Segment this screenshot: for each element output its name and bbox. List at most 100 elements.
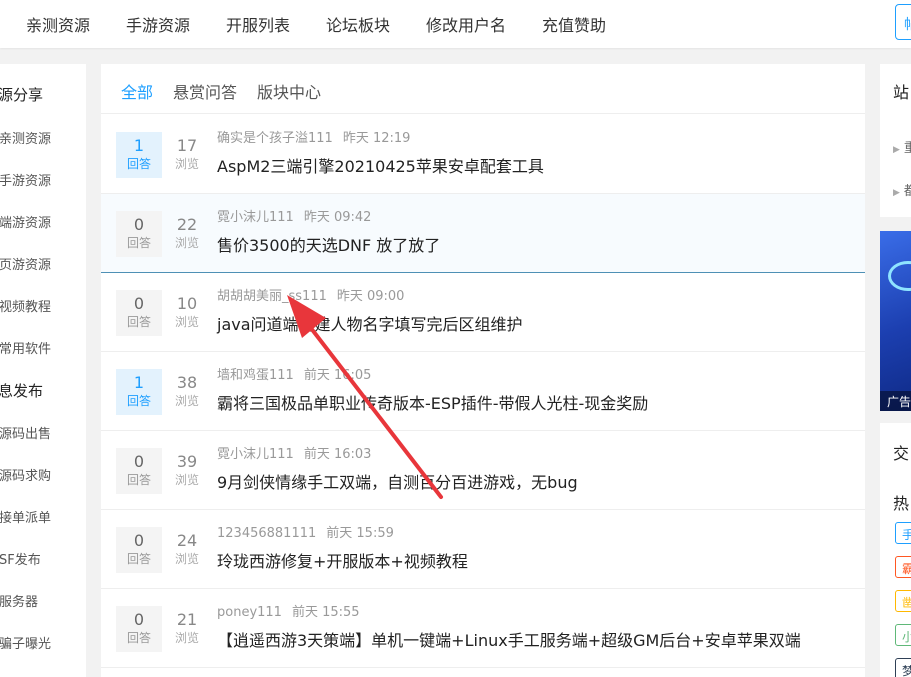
thread-time: 前天 15:59: [326, 526, 394, 541]
thread-title[interactable]: 霸将三国极品单职业传奇版本-ESP插件-带假人光柱-现金奖励: [217, 390, 648, 414]
thread-title[interactable]: 9月剑侠情缘手工双端，自测百分百进游戏，无bug: [217, 469, 578, 493]
view-label: 浏览: [174, 631, 199, 645]
view-count-box: 39 浏览: [169, 448, 205, 494]
answer-label: 回答: [126, 394, 151, 408]
site-link-text: 都: [903, 184, 911, 199]
view-count: 17: [176, 136, 198, 155]
sidebar-item[interactable]: 亲测资源: [0, 128, 51, 147]
thread-meta: 霓小沫儿111 前天 16:03: [217, 443, 371, 462]
site-link[interactable]: ▶ 都: [893, 180, 911, 199]
thread-row[interactable]: 0 回答 24 浏览 123456881111 前天 15:59 玲珑西游修复+开服版…: [101, 510, 865, 589]
answer-label: 回答: [126, 157, 151, 171]
sidebar-item[interactable]: 端游资源: [0, 212, 51, 231]
thread-title[interactable]: AspM2三端引擎20210425苹果安卓配套工具: [217, 153, 544, 177]
ad-banner[interactable]: 广告: [880, 231, 911, 411]
sidebar-item[interactable]: 常用软件: [0, 338, 51, 357]
sidebar-item[interactable]: 源码求购: [0, 465, 51, 484]
answer-count: 0: [133, 610, 145, 629]
thread-author[interactable]: poney111: [217, 605, 282, 620]
thread-time: 昨天 09:00: [336, 289, 405, 304]
view-count: 39: [176, 452, 198, 471]
answer-count-box: 0 回答: [116, 290, 162, 336]
thread-row[interactable]: 1 回答 17 浏览 确实是个孩子溢111 昨天 12:19 AspM2三端引擎202…: [101, 115, 865, 194]
top-navigation: 亲测资源 手游资源 开服列表 论坛板块 修改用户名 充值赞助 帖: [0, 0, 911, 48]
thread-meta: 确实是个孩子溢111 昨天 12:19: [217, 127, 410, 146]
thread-author[interactable]: 123456881111: [217, 526, 316, 541]
caret-right-icon: ▶: [893, 145, 900, 155]
nav-item-change-username[interactable]: 修改用户名: [426, 12, 506, 36]
view-label: 浏览: [174, 236, 199, 250]
view-count: 10: [176, 294, 198, 313]
sidebar-item[interactable]: 骗子曝光: [0, 633, 51, 652]
answer-count-box: 1 回答: [116, 132, 162, 178]
answer-count-box: 0 回答: [116, 448, 162, 494]
answer-count: 0: [133, 452, 145, 471]
thread-author[interactable]: 确实是个孩子溢111: [217, 131, 333, 146]
thread-author[interactable]: 霓小沫儿111: [217, 447, 294, 462]
sidebar-item[interactable]: 源码出售: [0, 423, 51, 442]
answer-count-box: 0 回答: [116, 606, 162, 652]
answer-label: 回答: [126, 473, 151, 487]
sidebar-item[interactable]: 接单派单: [0, 507, 51, 526]
answer-count-box: 0 回答: [116, 527, 162, 573]
sidebar-item[interactable]: 手游资源: [0, 170, 51, 189]
thread-row[interactable]: 0 回答 10 浏览 胡胡胡美丽_ss111 昨天 09:00 java问道端创建人物…: [101, 273, 865, 352]
view-count-box: 17 浏览: [169, 132, 205, 178]
thread-author[interactable]: 霓小沫儿111: [217, 210, 294, 225]
answer-count: 0: [133, 531, 145, 550]
nav-item-forum-sections[interactable]: 论坛板块: [326, 12, 390, 36]
nav-item-server-list[interactable]: 开服列表: [226, 12, 290, 36]
view-label: 浏览: [174, 315, 199, 329]
view-count-box: 38 浏览: [169, 369, 205, 415]
tab-section-center[interactable]: 版块中心: [257, 79, 321, 103]
thread-row[interactable]: 0 回答 21 浏览 poney111 前天 15:55 【逍遥西游3天策端】单机一键…: [101, 589, 865, 668]
hot-tag[interactable]: 梦: [895, 658, 911, 677]
thread-meta: 胡胡胡美丽_ss111 昨天 09:00: [217, 285, 404, 304]
tab-bounty-qa[interactable]: 悬赏问答: [173, 79, 237, 103]
search-input-text: 帖: [904, 17, 911, 33]
site-link-text: 重: [903, 141, 911, 156]
thread-title[interactable]: 【逍遥西游3天策端】单机一键端+Linux手工服务端+超级GM后台+安卓苹果双端: [217, 627, 801, 651]
thread-author[interactable]: 墙和鸡蛋111: [217, 368, 294, 383]
answer-count: 0: [133, 215, 145, 234]
thread-meta: 霓小沫儿111 昨天 09:42: [217, 206, 371, 225]
thread-row[interactable]: 0 回答 22 浏览 霓小沫儿111 昨天 09:42 售价3500的天选DNF 放了…: [101, 194, 865, 273]
answer-count-box: 0 回答: [116, 211, 162, 257]
exchange-card: 交 热 手 霸 凿 小 梦: [880, 423, 911, 677]
thread-row[interactable]: 0 回答 39 浏览 霓小沫儿111 前天 16:03 9月剑侠情缘手工双端，自测百分…: [101, 431, 865, 510]
answer-count: 0: [133, 294, 145, 313]
thread-title[interactable]: java问道端创建人物名字填写完后区组维护: [217, 311, 523, 335]
hot-tags-title: 热: [893, 494, 910, 513]
answer-count-box: 1 回答: [116, 369, 162, 415]
nav-item-recharge-sponsor[interactable]: 充值赞助: [542, 12, 606, 36]
nav-item-mobile-games[interactable]: 手游资源: [126, 12, 190, 36]
view-count-box: 21 浏览: [169, 606, 205, 652]
thread-time: 前天 16:05: [303, 368, 372, 383]
sidebar-item[interactable]: 服务器: [0, 591, 38, 610]
thread-row[interactable]: 1 回答 38 浏览 墙和鸡蛋111 前天 16:05 霸将三国极品单职业传奇版本-E…: [101, 352, 865, 431]
view-label: 浏览: [174, 157, 199, 171]
answer-label: 回答: [126, 631, 151, 645]
view-count-box: 10 浏览: [169, 290, 205, 336]
sidebar-item[interactable]: 页游资源: [0, 254, 51, 273]
sidebar-item[interactable]: SF发布: [0, 549, 41, 568]
hot-tag[interactable]: 手: [895, 522, 911, 544]
site-link[interactable]: ▶ 重: [893, 137, 911, 156]
view-label: 浏览: [174, 552, 199, 566]
search-input[interactable]: 帖: [895, 4, 911, 40]
thread-title[interactable]: 玲珑西游修复+开服版本+视频教程: [217, 548, 468, 572]
answer-count: 1: [133, 136, 145, 155]
hot-tag[interactable]: 霸: [895, 556, 911, 578]
thread-author[interactable]: 胡胡胡美丽_ss111: [217, 289, 327, 304]
card-title: 站: [893, 83, 910, 102]
nav-item-tested-resources[interactable]: 亲测资源: [26, 12, 90, 36]
sidebar-section-title: 源分享: [0, 86, 44, 104]
view-label: 浏览: [174, 394, 199, 408]
hot-tag[interactable]: 凿: [895, 590, 911, 612]
thread-title[interactable]: 售价3500的天选DNF 放了放了: [217, 232, 440, 256]
hot-tag[interactable]: 小: [895, 624, 911, 646]
tab-all[interactable]: 全部: [121, 79, 153, 103]
sidebar-item[interactable]: 视频教程: [0, 296, 51, 315]
answer-label: 回答: [126, 236, 151, 250]
thread-meta: 123456881111 前天 15:59: [217, 522, 394, 541]
